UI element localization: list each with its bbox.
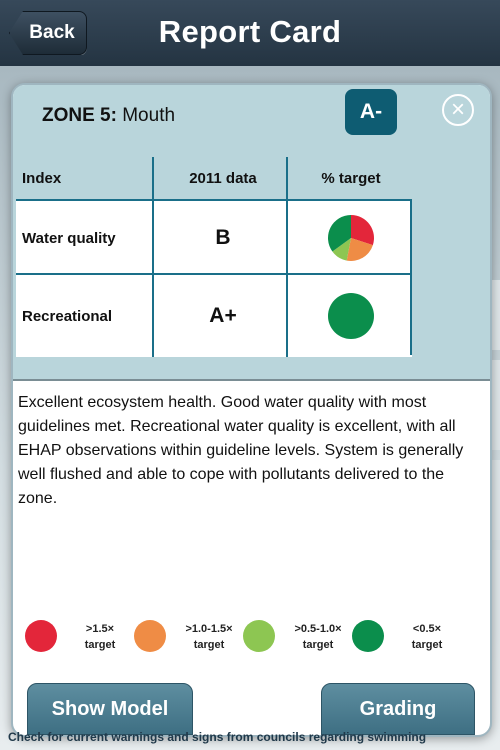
nav-bar: Back Report Card	[0, 0, 500, 67]
overall-grade-badge: A-	[345, 89, 397, 135]
legend-unit: target	[193, 639, 225, 651]
show-model-button[interactable]: Show Model	[27, 683, 193, 735]
legend-range: <0.5×	[412, 623, 442, 635]
row-index-label: Recreational	[22, 307, 113, 325]
row-pie-cell	[290, 275, 412, 357]
zone-label: ZONE 5:	[42, 105, 117, 126]
page-title: Report Card	[158, 14, 342, 49]
legend-dot	[25, 620, 57, 652]
legend-item: >1.0-1.5× target	[134, 619, 234, 669]
pie-slice	[328, 293, 374, 339]
legend-range: >1.5×	[85, 623, 115, 635]
row-grade: A+	[209, 304, 237, 327]
legend-unit: target	[84, 639, 116, 651]
footer-note: Check for current warnings and signs fro…	[8, 730, 427, 744]
legend-dot	[134, 620, 166, 652]
header-percent-target: % target	[321, 169, 381, 187]
zone-description: Excellent ecosystem health. Good water q…	[18, 394, 464, 507]
header-2011-data: 2011 data	[189, 169, 257, 187]
legend-label: >1.0-1.5× target	[174, 621, 244, 653]
row-grade: B	[215, 226, 231, 249]
table-divider	[410, 199, 412, 355]
legend-item: >1.5× target	[25, 619, 125, 669]
legend-dot	[352, 620, 384, 652]
grading-button[interactable]: Grading	[321, 683, 475, 735]
recreational-pie-chart	[328, 293, 374, 339]
section-divider	[13, 379, 490, 381]
row-pie-cell	[290, 201, 412, 275]
table-row: Water quality B	[16, 199, 412, 275]
table-divider	[152, 157, 154, 357]
legend-item: <0.5× target	[352, 619, 452, 669]
legend-item: >0.5-1.0× target	[243, 619, 343, 669]
report-table: Index 2011 data % target Water quality B…	[16, 157, 412, 357]
report-card-popup: ZONE 5: Mouth A- × Index 2011 data % tar…	[11, 83, 492, 737]
zone-title: ZONE 5: Mouth	[42, 105, 175, 127]
close-icon[interactable]: ×	[442, 94, 474, 126]
legend-unit: target	[411, 639, 443, 651]
legend-unit: target	[302, 639, 334, 651]
table-row: Recreational A+	[16, 273, 412, 357]
legend-label: >0.5-1.0× target	[283, 621, 353, 653]
table-header-row: Index 2011 data % target	[16, 157, 412, 199]
water-quality-pie-chart	[328, 215, 374, 261]
legend-dot	[243, 620, 275, 652]
zone-name: Mouth	[122, 105, 176, 126]
legend-range: >0.5-1.0×	[294, 623, 342, 635]
legend-label: <0.5× target	[392, 621, 462, 653]
legend-label: >1.5× target	[65, 621, 135, 653]
header-index: Index	[22, 169, 62, 187]
table-divider	[286, 157, 288, 357]
row-index-label: Water quality	[22, 229, 116, 247]
card-header: ZONE 5: Mouth A- × Index 2011 data % tar…	[13, 85, 490, 381]
legend: >1.5× target >1.0-1.5× target >0.5-1.0× …	[13, 619, 490, 669]
legend-range: >1.0-1.5×	[185, 623, 233, 635]
